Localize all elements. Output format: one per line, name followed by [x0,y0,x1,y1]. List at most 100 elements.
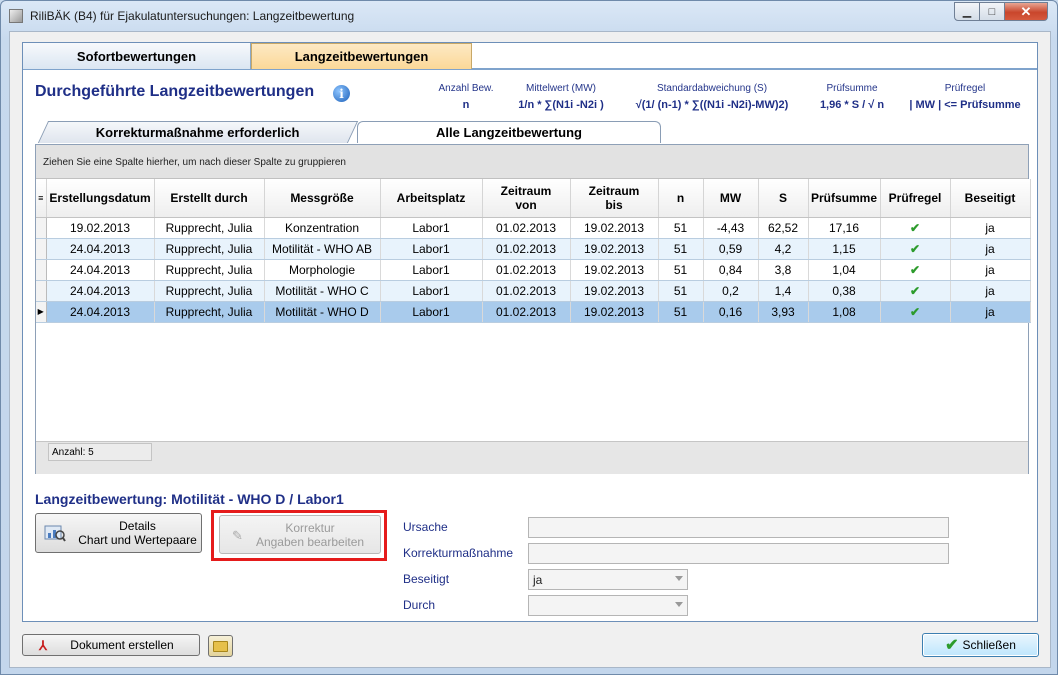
cell-pruefregel[interactable]: ✔ [880,217,951,239]
cell-zeitraum-von[interactable]: 01.02.2013 [482,301,571,323]
cell-erstellungsdatum[interactable]: 24.04.2013 [46,301,155,323]
cell-erstellungsdatum[interactable]: 24.04.2013 [46,238,155,260]
durch-select[interactable] [528,595,688,616]
col-header-arbeitsplatz[interactable]: Arbeitsplatz [380,179,483,218]
cell-pruefregel[interactable]: ✔ [880,238,951,260]
cell-zeitraum-von[interactable]: 01.02.2013 [482,217,571,239]
cell-erstellt-durch[interactable]: Rupprecht, Julia [154,301,265,323]
cell-zeitraum-bis[interactable]: 19.02.2013 [570,259,659,281]
cell-zeitraum-bis[interactable]: 19.02.2013 [570,238,659,260]
cell-arbeitsplatz[interactable]: Labor1 [380,238,483,260]
cell-n[interactable]: 51 [658,280,704,302]
cell-zeitraum-bis[interactable]: 19.02.2013 [570,280,659,302]
cell-erstellt-durch[interactable]: Rupprecht, Julia [154,280,265,302]
cell-zeitraum-bis[interactable]: 19.02.2013 [570,217,659,239]
dokument-erstellen-button[interactable]: ⅄ Dokument erstellen [22,634,200,656]
cell-messgroesse[interactable]: Motilität - WHO C [264,280,381,302]
row-indicator[interactable]: ▶ [36,301,47,323]
row-indicator[interactable] [36,259,47,281]
cell-s[interactable]: 62,52 [758,217,809,239]
cell-pruefsumme[interactable]: 0,38 [808,280,881,302]
table-row[interactable]: 24.04.2013 Rupprecht, Julia Motilität - WH… [36,238,1031,260]
cell-erstellungsdatum[interactable]: 19.02.2013 [46,217,155,239]
cell-zeitraum-bis[interactable]: 19.02.2013 [570,301,659,323]
col-header-s[interactable]: S [758,179,809,218]
cell-beseitigt[interactable]: ja [950,238,1031,260]
col-header-beseitigt[interactable]: Beseitigt [950,179,1031,218]
cell-erstellungsdatum[interactable]: 24.04.2013 [46,259,155,281]
cell-arbeitsplatz[interactable]: Labor1 [380,217,483,239]
cell-erstellt-durch[interactable]: Rupprecht, Julia [154,238,265,260]
tab-sofortbewertungen[interactable]: Sofortbewertungen [23,43,251,69]
cell-pruefregel[interactable]: ✔ [880,259,951,281]
col-header-n[interactable]: n [658,179,704,218]
col-header-erstellungsdatum[interactable]: Erstellungsdatum [46,179,155,218]
cell-mw[interactable]: 0,59 [703,238,759,260]
cell-pruefsumme[interactable]: 1,08 [808,301,881,323]
cell-pruefsumme[interactable]: 17,16 [808,217,881,239]
cell-s[interactable]: 1,4 [758,280,809,302]
cell-s[interactable]: 3,8 [758,259,809,281]
col-header-zeitraum-von[interactable]: Zeitraum von [482,179,571,218]
table-row[interactable]: ▶ 24.04.2013 Rupprecht, Julia Motilität - W… [36,301,1031,323]
cell-pruefsumme[interactable]: 1,04 [808,259,881,281]
tab-alle-langzeitbewertung[interactable]: Alle Langzeitbewertung [357,121,661,143]
cell-messgroesse[interactable]: Konzentration [264,217,381,239]
cell-n[interactable]: 51 [658,259,704,281]
column-chooser[interactable]: ≡ [36,179,47,218]
cell-arbeitsplatz[interactable]: Labor1 [380,280,483,302]
cell-zeitraum-von[interactable]: 01.02.2013 [482,280,571,302]
group-by-area[interactable]: Ziehen Sie eine Spalte hierher, um nach … [36,145,1028,179]
maximize-button[interactable]: □ [979,2,1005,21]
cell-erstellt-durch[interactable]: Rupprecht, Julia [154,217,265,239]
cell-erstellungsdatum[interactable]: 24.04.2013 [46,280,155,302]
cell-s[interactable]: 4,2 [758,238,809,260]
minimize-button[interactable]: ▁ [954,2,980,21]
cell-messgroesse[interactable]: Motilität - WHO AB [264,238,381,260]
cell-beseitigt[interactable]: ja [950,259,1031,281]
col-header-pruefregel[interactable]: Prüfregel [880,179,951,218]
cell-n[interactable]: 51 [658,301,704,323]
cell-n[interactable]: 51 [658,238,704,260]
cell-zeitraum-von[interactable]: 01.02.2013 [482,259,571,281]
title-bar[interactable]: RiliBÄK (B4) für Ejakulatuntersuchungen:… [1,1,1057,31]
cell-zeitraum-von[interactable]: 01.02.2013 [482,238,571,260]
cell-messgroesse[interactable]: Motilität - WHO D [264,301,381,323]
col-header-zeitraum-bis[interactable]: Zeitraum bis [570,179,659,218]
cell-mw[interactable]: 0,16 [703,301,759,323]
korrektur-button[interactable]: ✎ Korrektur Angaben bearbeiten [219,515,381,554]
cell-arbeitsplatz[interactable]: Labor1 [380,301,483,323]
col-header-erstellt-durch[interactable]: Erstellt durch [154,179,265,218]
cell-mw[interactable]: 0,84 [703,259,759,281]
row-indicator[interactable] [36,217,47,239]
cell-pruefregel[interactable]: ✔ [880,280,951,302]
schliessen-button[interactable]: ✔ Schließen [922,633,1039,657]
cell-beseitigt[interactable]: ja [950,301,1031,323]
ursache-field[interactable] [528,517,949,538]
cell-pruefregel[interactable]: ✔ [880,301,951,323]
cell-beseitigt[interactable]: ja [950,217,1031,239]
cell-messgroesse[interactable]: Morphologie [264,259,381,281]
cell-n[interactable]: 51 [658,217,704,239]
cell-pruefsumme[interactable]: 1,15 [808,238,881,260]
info-icon[interactable]: i [333,85,350,102]
col-header-pruefsumme[interactable]: Prüfsumme [808,179,881,218]
close-window-button[interactable]: ✕ [1004,2,1048,21]
col-header-messgroesse[interactable]: Messgröße [264,179,381,218]
details-chart-button[interactable]: Details Chart und Wertepaare [35,513,202,553]
col-header-mw[interactable]: MW [703,179,759,218]
cell-mw[interactable]: -4,43 [703,217,759,239]
table-row[interactable]: 19.02.2013 Rupprecht, Julia Konzentration L… [36,217,1031,239]
row-indicator[interactable] [36,238,47,260]
beseitigt-select[interactable]: ja [528,569,688,590]
cell-beseitigt[interactable]: ja [950,280,1031,302]
row-indicator[interactable] [36,280,47,302]
cell-mw[interactable]: 0,2 [703,280,759,302]
tab-langzeitbewertungen[interactable]: Langzeitbewertungen [251,43,472,69]
korrekturmassnahme-field[interactable] [528,543,949,564]
cell-s[interactable]: 3,93 [758,301,809,323]
tab-korrekturmassnahme-erforderlich[interactable]: Korrekturmaßnahme erforderlich [37,121,359,143]
cell-arbeitsplatz[interactable]: Labor1 [380,259,483,281]
cell-erstellt-durch[interactable]: Rupprecht, Julia [154,259,265,281]
table-row[interactable]: 24.04.2013 Rupprecht, Julia Motilität - WH… [36,280,1031,302]
